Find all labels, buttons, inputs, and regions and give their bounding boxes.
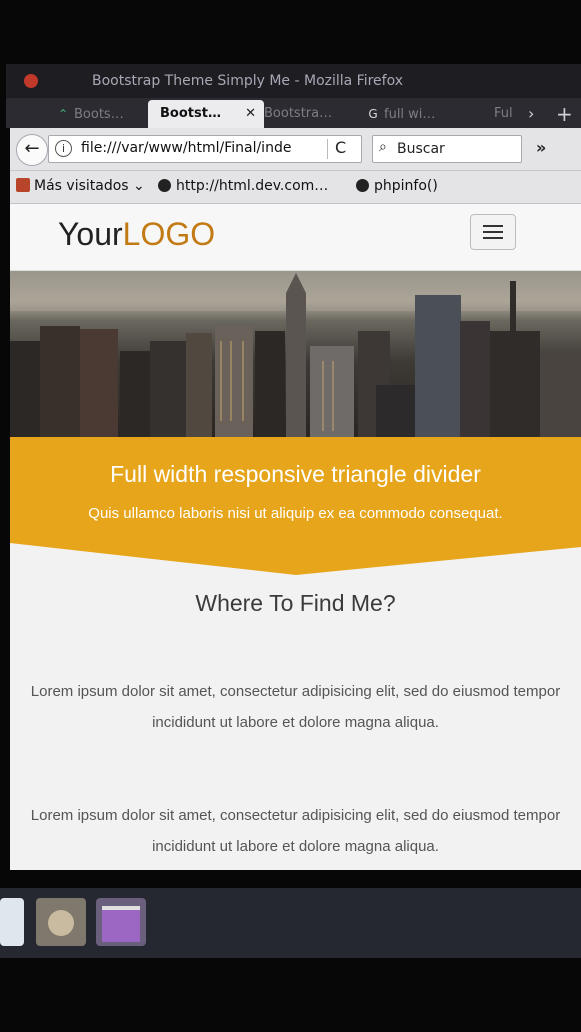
scroll-tabs-right-icon[interactable]: › xyxy=(528,100,534,128)
web-page: YourLOGO Full width responsive triangle … xyxy=(10,204,581,870)
bookmarks-toolbar: Más visitados ⌄ http://html.dev.com… php… xyxy=(10,171,581,204)
close-window-icon[interactable] xyxy=(24,74,38,88)
navigation-toolbar: ← i file:///var/www/html/Final/inde C ⌕ … xyxy=(10,128,581,171)
orange-banner: Full width responsive triangle divider Q… xyxy=(10,437,581,577)
google-icon: G xyxy=(368,107,378,121)
paragraph-2: Lorem ipsum dolor sit amet, consectetur … xyxy=(30,807,561,855)
document-icon[interactable] xyxy=(0,898,24,946)
tab-full[interactable]: Ful xyxy=(494,100,518,128)
urlbar-divider xyxy=(327,139,328,159)
folder-icon xyxy=(16,178,30,192)
tab-strip: ⌃ Boots… Bootst… ✕ Bootstra… Gfull wi… Fu… xyxy=(6,98,581,128)
bookmark-html-dev[interactable]: http://html.dev.com… xyxy=(158,178,328,194)
bookmark-label: http://html.dev.com… xyxy=(176,178,329,194)
tab-label: Ful xyxy=(494,106,513,121)
banner-title: Full width responsive triangle divider xyxy=(110,461,481,487)
os-taskbar xyxy=(0,888,581,958)
close-tab-icon[interactable]: ✕ xyxy=(245,100,256,128)
tab-label: Bootstra… xyxy=(264,106,333,121)
hamburger-bar xyxy=(483,225,503,227)
tab-label: Boots… xyxy=(74,107,124,122)
bookmark-label: Más visitados xyxy=(34,178,129,194)
url-text[interactable]: file:///var/www/html/Final/inde xyxy=(81,140,331,156)
site-info-icon[interactable]: i xyxy=(55,140,72,157)
reload-icon[interactable]: C xyxy=(335,138,346,157)
search-placeholder: Buscar xyxy=(397,141,445,157)
tab-bootstrap[interactable]: Bootstra… xyxy=(264,100,356,128)
site-logo[interactable]: YourLOGO xyxy=(58,216,215,253)
paragraph-1: Lorem ipsum dolor sit amet, consectetur … xyxy=(30,683,561,731)
menu-toggle-button[interactable] xyxy=(470,214,516,250)
search-input[interactable]: ⌕ Buscar xyxy=(372,135,522,163)
city-skyline-image xyxy=(10,271,581,437)
hamburger-bar xyxy=(483,237,503,239)
search-icon: ⌕ xyxy=(379,139,387,155)
tab-label: Bootst… xyxy=(160,106,221,121)
site-navbar: YourLOGO xyxy=(10,204,581,271)
tab-boots[interactable]: ⌃ Boots… xyxy=(56,100,142,128)
window-title: Bootstrap Theme Simply Me - Mozilla Fire… xyxy=(92,73,404,89)
terminal-icon[interactable] xyxy=(96,898,146,946)
tab-full-width[interactable]: Gfull wi… xyxy=(366,100,462,128)
chevron-down-icon: ⌄ xyxy=(128,178,145,194)
section-heading: Where To Find Me? xyxy=(195,590,396,616)
gimp-icon[interactable] xyxy=(36,898,86,946)
globe-icon xyxy=(158,179,171,192)
photo-frame: Bootstrap Theme Simply Me - Mozilla Fire… xyxy=(0,0,581,1032)
overflow-menu-button[interactable]: » xyxy=(536,138,546,157)
address-bar[interactable]: i file:///var/www/html/Final/inde C xyxy=(48,135,362,163)
globe-icon xyxy=(356,179,369,192)
hamburger-bar xyxy=(483,231,503,233)
logo-text-logo: LOGO xyxy=(122,216,216,252)
banner-subtitle: Quis ullamco laboris nisi ut aliquip ex … xyxy=(88,505,503,522)
skyline-drawing xyxy=(10,271,581,437)
bookmark-phpinfo[interactable]: phpinfo() xyxy=(356,178,438,194)
new-tab-icon[interactable]: + xyxy=(556,100,573,128)
tab-active-bootstrap[interactable]: Bootst… ✕ xyxy=(148,100,264,128)
gimp-face-icon xyxy=(48,910,74,936)
tab-label: full wi… xyxy=(384,107,436,122)
bookmark-mas-visitados[interactable]: Más visitados ⌄ xyxy=(16,178,145,194)
logo-text-your: Your xyxy=(58,216,123,252)
vue-icon: ⌃ xyxy=(57,107,69,121)
bookmark-label: phpinfo() xyxy=(374,178,438,194)
back-button[interactable]: ← xyxy=(16,134,48,166)
terminal-window-icon xyxy=(102,906,140,942)
window-titlebar: Bootstrap Theme Simply Me - Mozilla Fire… xyxy=(6,64,581,98)
